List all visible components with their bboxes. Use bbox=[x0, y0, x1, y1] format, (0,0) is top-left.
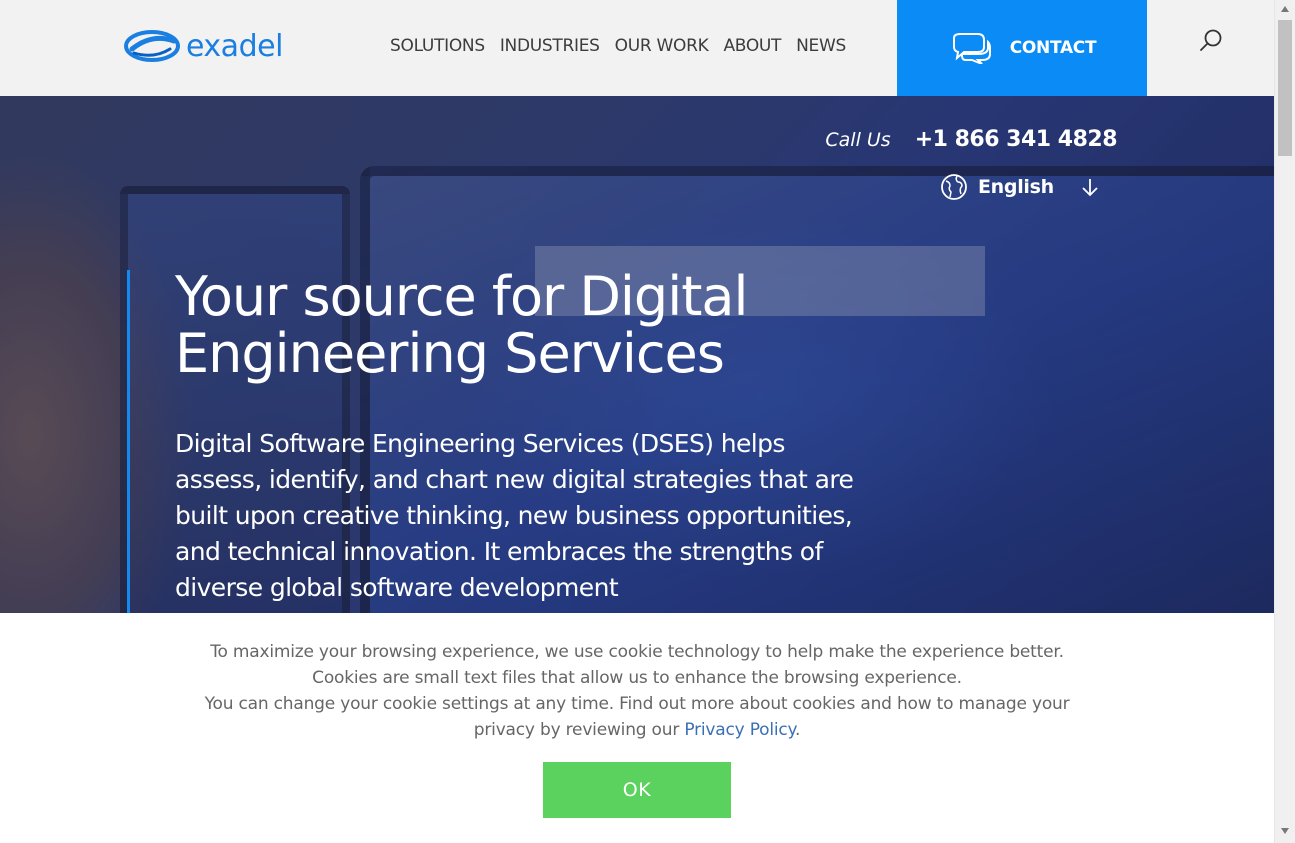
scrollbar-thumb[interactable] bbox=[1278, 20, 1292, 156]
hero-description: Digital Software Engineering Services (D… bbox=[175, 429, 854, 602]
chat-bubbles-icon bbox=[952, 33, 991, 64]
language-selector[interactable]: English bbox=[940, 172, 1100, 202]
call-us-row: Call Us +1 866 341 4828 bbox=[825, 127, 1117, 152]
nav-news[interactable]: NEWS bbox=[796, 36, 846, 56]
page-scrollbar[interactable] bbox=[1274, 0, 1295, 843]
cookie-text-line2: You can change your cookie settings at a… bbox=[204, 694, 1070, 740]
hero-accent-line bbox=[127, 270, 130, 616]
cookie-ok-button[interactable]: OK bbox=[543, 762, 731, 818]
hero-title-line1: Your source for Digital bbox=[175, 265, 748, 328]
contact-button[interactable]: CONTACT bbox=[897, 0, 1147, 96]
cookie-text: To maximize your browsing experience, we… bbox=[200, 639, 1074, 743]
cookie-text-line1: To maximize your browsing experience, we… bbox=[210, 642, 1064, 688]
language-label: English bbox=[978, 176, 1054, 198]
arrow-down-icon bbox=[1082, 179, 1098, 197]
nav-about[interactable]: ABOUT bbox=[723, 36, 781, 56]
main-nav: SOLUTIONS INDUSTRIES OUR WORK ABOUT NEWS bbox=[390, 36, 846, 56]
logo-text: exadel bbox=[186, 28, 283, 64]
privacy-policy-link[interactable]: Privacy Policy bbox=[684, 720, 795, 740]
exadel-logo-icon bbox=[124, 30, 180, 62]
nav-our-work[interactable]: OUR WORK bbox=[615, 36, 709, 56]
globe-icon bbox=[941, 174, 967, 200]
hero-title: Your source for Digital Engineering Serv… bbox=[175, 268, 875, 382]
site-header: exadel SOLUTIONS INDUSTRIES OUR WORK ABO… bbox=[0, 0, 1274, 96]
scroll-up-arrow-icon[interactable] bbox=[1281, 6, 1289, 12]
hero-title-line2: Engineering Services bbox=[175, 322, 725, 385]
cookie-text-period: . bbox=[794, 720, 801, 740]
scroll-down-arrow-icon[interactable] bbox=[1281, 828, 1289, 834]
exadel-logo[interactable]: exadel bbox=[124, 28, 283, 64]
nav-industries[interactable]: INDUSTRIES bbox=[500, 36, 600, 56]
search-icon[interactable] bbox=[1198, 28, 1224, 54]
call-us-label: Call Us bbox=[825, 129, 891, 151]
cookie-banner: To maximize your browsing experience, we… bbox=[0, 613, 1274, 843]
phone-number-link[interactable]: +1 866 341 4828 bbox=[915, 127, 1118, 152]
nav-solutions[interactable]: SOLUTIONS bbox=[390, 36, 485, 56]
contact-label: CONTACT bbox=[1009, 38, 1097, 58]
